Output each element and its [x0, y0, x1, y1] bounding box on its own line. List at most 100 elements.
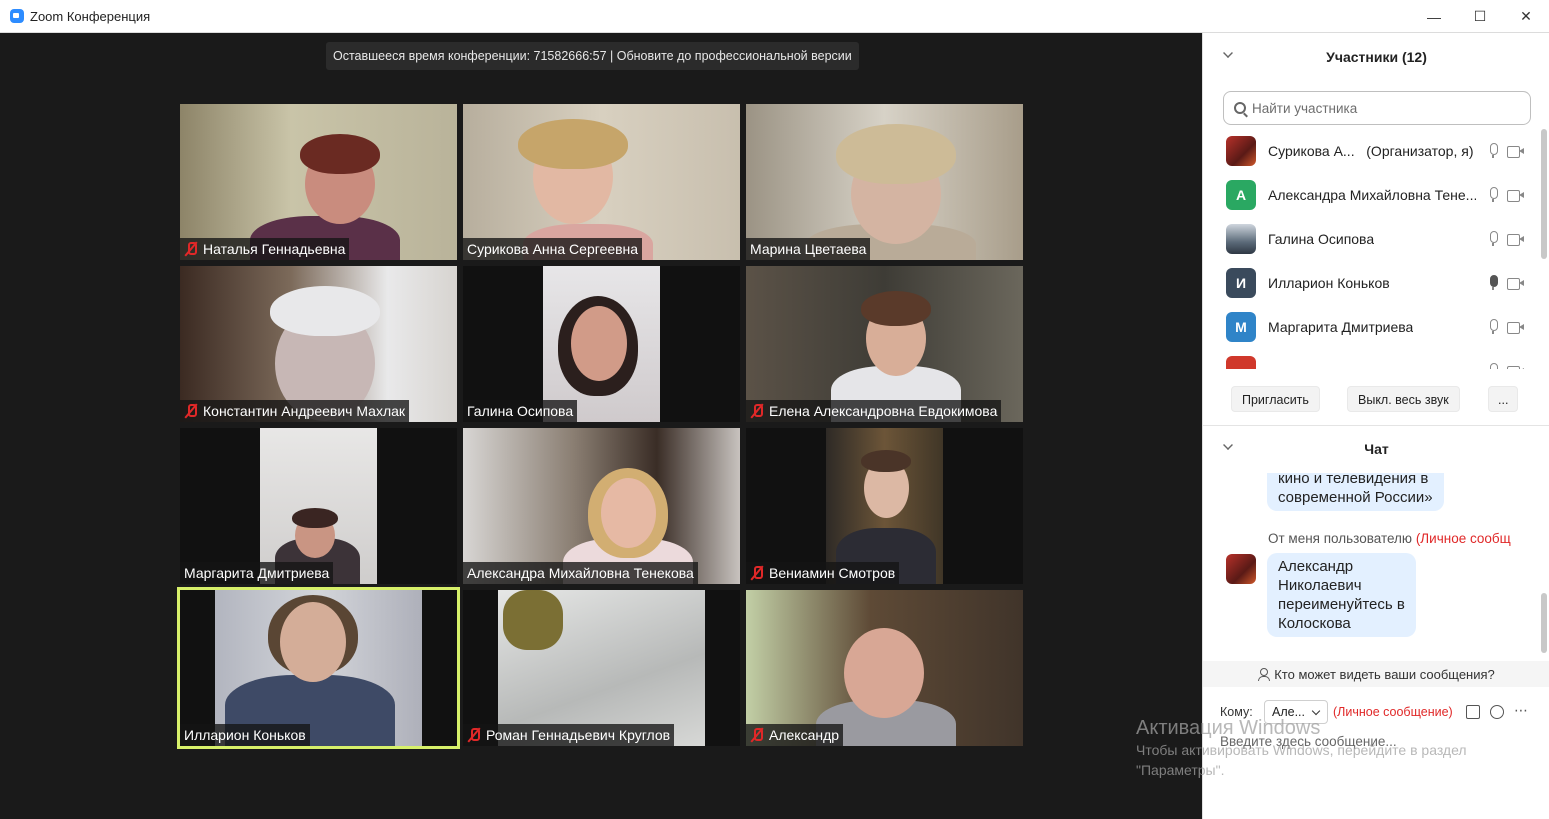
chat-scrollbar[interactable]	[1541, 593, 1547, 653]
minimize-icon: —	[1427, 8, 1441, 25]
message-line: кино и телевидения в	[1278, 473, 1429, 487]
participant-row[interactable]: А Александра Михайловна Тене...	[1203, 173, 1549, 217]
emoji-icon[interactable]	[1490, 705, 1504, 719]
more-button[interactable]: ...	[1488, 386, 1519, 412]
participants-title: Участники (12)	[1326, 49, 1427, 65]
avatar	[1226, 356, 1256, 369]
participant-name: Сурикова А...	[1268, 143, 1355, 159]
camera-icon[interactable]	[1507, 189, 1524, 202]
video-tile[interactable]: Роман Геннадьевич Круглов	[463, 590, 740, 746]
tile-name: Маргарита Дмитриева	[184, 565, 330, 581]
recipient-row: Кому: Але... (Личное сообщение) ⋯	[1203, 697, 1549, 727]
maximize-button[interactable]: ☐	[1457, 0, 1503, 33]
participant-row[interactable]: Галина Осипова	[1203, 217, 1549, 261]
participant-row[interactable]: И Илларион Коньков	[1203, 261, 1549, 305]
chat-header[interactable]: Чат	[1203, 427, 1549, 471]
participant-name: Илларион Коньков	[1268, 275, 1390, 291]
participant-role: (Организатор, я)	[1366, 143, 1474, 159]
video-tile-active-speaker[interactable]: Илларион Коньков	[177, 587, 460, 749]
message-line: Александр	[1278, 558, 1354, 575]
person-icon	[1258, 668, 1271, 681]
mute-all-button[interactable]: Выкл. весь звук	[1347, 386, 1460, 412]
message-sender: От меня пользователю (Личное сообщ	[1268, 531, 1511, 546]
video-tile[interactable]: Сурикова Анна Сергеевна	[463, 104, 740, 260]
message-line: Николаевич	[1278, 577, 1362, 594]
chat-message-input[interactable]	[1220, 731, 1530, 751]
tile-name: Александр	[769, 727, 840, 743]
camera-icon[interactable]	[1507, 277, 1524, 290]
window-title: Zoom Конференция	[30, 8, 151, 24]
chat-message-bubble: кино и телевидения в современной России»	[1267, 473, 1444, 511]
tile-name: Елена Александровна Евдокимова	[769, 403, 998, 419]
participants-header[interactable]: Участники (12)	[1203, 35, 1549, 79]
who-can-see-link[interactable]: Кто может видеть ваши сообщения?	[1203, 661, 1549, 687]
close-button[interactable]: ✕	[1503, 0, 1549, 33]
microphone-icon[interactable]	[1488, 363, 1498, 369]
private-tag: (Личное сообщ	[1415, 531, 1511, 546]
tile-name: Вениамин Смотров	[769, 565, 896, 581]
recipient-dropdown[interactable]: Але...	[1264, 700, 1328, 724]
participant-row[interactable]	[1203, 349, 1549, 369]
camera-icon[interactable]	[1507, 233, 1524, 246]
time-remaining-banner[interactable]: Оставшееся время конференции: 71582666:5…	[326, 42, 859, 70]
message-line: Колоскова	[1278, 615, 1351, 632]
muted-mic-icon	[467, 727, 481, 743]
avatar	[1226, 554, 1256, 584]
zoom-app-icon	[10, 9, 24, 23]
video-tile[interactable]: Маргарита Дмитриева	[180, 428, 457, 584]
chat-message-bubble: Александр Николаевич переименуйтесь в Ко…	[1267, 553, 1416, 637]
video-tile[interactable]: Марина Цветаева	[746, 104, 1023, 260]
muted-mic-icon	[750, 727, 764, 743]
file-icon[interactable]	[1466, 705, 1480, 719]
chevron-down-icon[interactable]	[1223, 48, 1233, 58]
zoom-window: Zoom Конференция — ☐ ✕ Оставшееся время …	[0, 0, 1549, 819]
avatar: А	[1226, 180, 1256, 210]
tile-name: Илларион Коньков	[184, 727, 306, 743]
tile-name: Марина Цветаева	[750, 241, 867, 257]
participants-scrollbar[interactable]	[1541, 129, 1547, 259]
participant-row[interactable]: М Маргарита Дмитриева	[1203, 305, 1549, 349]
tile-name: Галина Осипова	[467, 403, 574, 419]
message-line: переименуйтесь в	[1278, 596, 1405, 613]
avatar: М	[1226, 312, 1256, 342]
muted-mic-icon	[750, 565, 764, 581]
participant-name: Галина Осипова	[1268, 231, 1375, 247]
close-icon: ✕	[1520, 8, 1532, 24]
message-line: современной России»	[1278, 489, 1433, 506]
tile-name: Константин Андреевич Махлак	[203, 403, 406, 419]
microphone-icon[interactable]	[1488, 275, 1498, 291]
minimize-button[interactable]: —	[1411, 0, 1457, 33]
video-tile[interactable]: Константин Андреевич Махлак	[180, 266, 457, 422]
video-tile[interactable]: Наталья Геннадьевна	[180, 104, 457, 260]
video-tile[interactable]: Елена Александровна Евдокимова	[746, 266, 1023, 422]
microphone-icon[interactable]	[1488, 143, 1498, 159]
video-tile[interactable]: Галина Осипова	[463, 266, 740, 422]
video-tile[interactable]: Вениамин Смотров	[746, 428, 1023, 584]
microphone-icon[interactable]	[1488, 231, 1498, 247]
tile-name: Роман Геннадьевич Круглов	[486, 727, 671, 743]
camera-icon[interactable]	[1507, 145, 1524, 158]
search-icon	[1234, 102, 1246, 114]
video-tile[interactable]: Александр	[746, 590, 1023, 746]
avatar: И	[1226, 268, 1256, 298]
chevron-down-icon[interactable]	[1223, 440, 1233, 450]
invite-button[interactable]: Пригласить	[1231, 386, 1320, 412]
camera-icon[interactable]	[1507, 365, 1524, 369]
participant-search[interactable]	[1223, 91, 1531, 125]
tile-name: Сурикова Анна Сергеевна	[467, 241, 639, 257]
avatar	[1226, 224, 1256, 254]
microphone-icon[interactable]	[1488, 319, 1498, 335]
participant-name: Александра Михайловна Тене...	[1268, 187, 1476, 203]
camera-icon[interactable]	[1507, 321, 1524, 334]
more-options-icon[interactable]: ⋯	[1514, 703, 1528, 719]
participants-list: Сурикова А... (Организатор, я) А Алексан…	[1203, 129, 1549, 369]
avatar	[1226, 136, 1256, 166]
muted-mic-icon	[184, 241, 198, 257]
participant-row[interactable]: Сурикова А... (Организатор, я)	[1203, 129, 1549, 173]
who-can-see-text: Кто может видеть ваши сообщения?	[1274, 666, 1495, 682]
participant-search-input[interactable]	[1252, 100, 1512, 116]
microphone-icon[interactable]	[1488, 187, 1498, 203]
video-tile[interactable]: Александра Михайловна Тенекова	[463, 428, 740, 584]
divider	[1203, 425, 1549, 426]
message-from: От меня пользователю	[1268, 531, 1413, 546]
